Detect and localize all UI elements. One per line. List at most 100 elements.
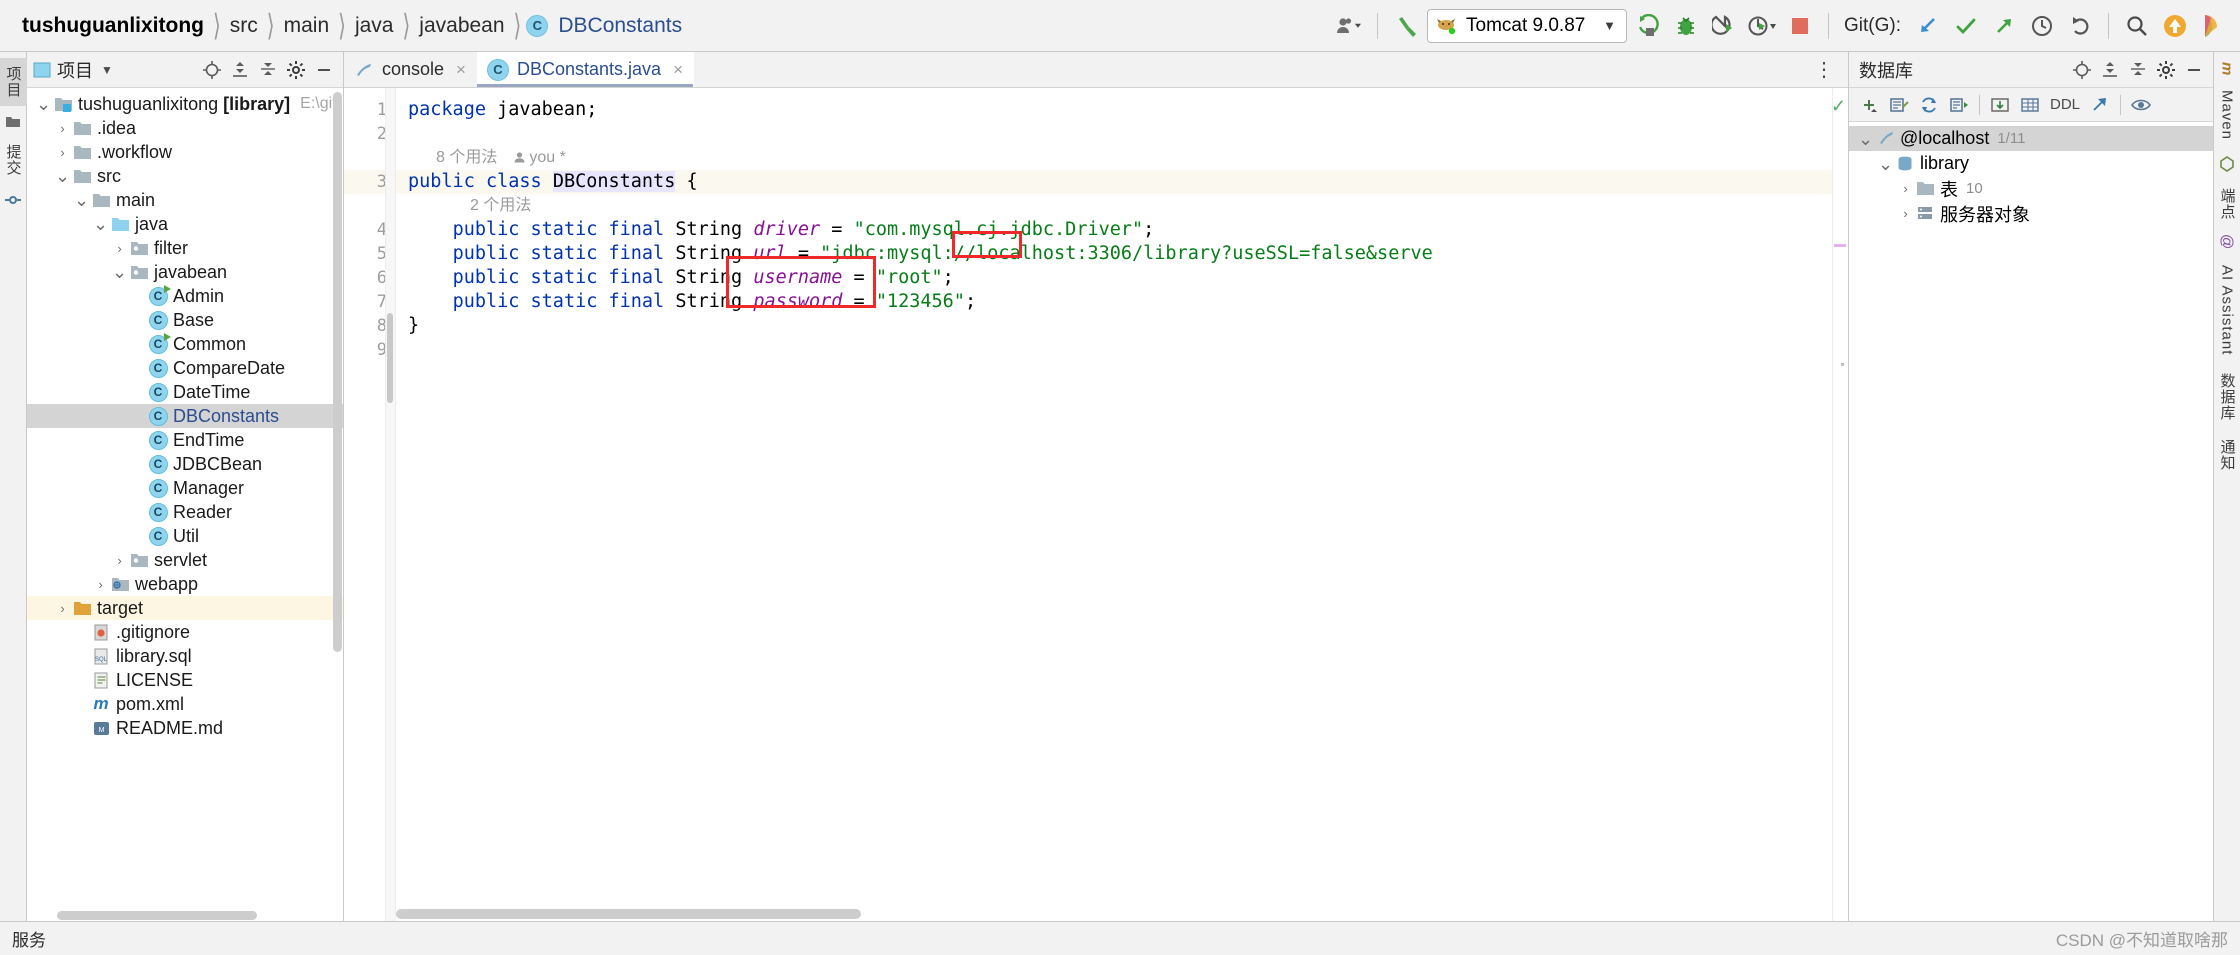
chevron-right-icon[interactable]: › bbox=[92, 577, 109, 592]
tree-node-reader[interactable]: C Reader bbox=[27, 500, 343, 524]
code-line[interactable]: public static final String url = "jdbc:m… bbox=[396, 242, 1848, 266]
history-clock-icon[interactable] bbox=[2025, 9, 2059, 43]
tree-node-util[interactable]: C Util bbox=[27, 524, 343, 548]
db-node--[interactable]: › 表 10 bbox=[1849, 176, 2213, 201]
hide-minus-icon[interactable] bbox=[311, 57, 337, 83]
breadcrumb-item-javabean[interactable]: javabean bbox=[415, 14, 508, 38]
collapse-all-icon[interactable] bbox=[2125, 57, 2151, 83]
breadcrumb-item-dbconstants[interactable]: DBConstants bbox=[554, 14, 686, 38]
sidebar-item-database[interactable]: 数据库 bbox=[2213, 365, 2240, 429]
locate-target-icon[interactable] bbox=[199, 57, 225, 83]
tab-dbconstants-java[interactable]: C DBConstants.java × bbox=[476, 52, 694, 87]
editor-gutter[interactable]: 123456789 bbox=[344, 88, 396, 921]
sidebar-item-commit[interactable]: 提交 bbox=[0, 136, 28, 184]
tree-node-main[interactable]: ⌄ main bbox=[27, 188, 343, 212]
sidebar-item-project[interactable]: 项目 bbox=[0, 58, 28, 106]
update-project-icon[interactable] bbox=[1911, 9, 1945, 43]
locate-target-icon[interactable] bbox=[2069, 57, 2095, 83]
tree-node-pom-xml[interactable]: m pom.xml bbox=[27, 692, 343, 716]
search-icon[interactable] bbox=[2120, 9, 2154, 43]
tree-node-servlet[interactable]: › servlet bbox=[27, 548, 343, 572]
chevron-down-icon[interactable]: ⌄ bbox=[1857, 130, 1874, 148]
tree-node-base[interactable]: C Base bbox=[27, 308, 343, 332]
chevron-down-icon[interactable]: ⌄ bbox=[92, 215, 109, 233]
collapse-all-icon[interactable] bbox=[255, 57, 281, 83]
tree-node-comparedate[interactable]: C CompareDate bbox=[27, 356, 343, 380]
table-icon[interactable] bbox=[2016, 92, 2044, 118]
tree-node-datetime[interactable]: C DateTime bbox=[27, 380, 343, 404]
tree-node-license[interactable]: LICENSE bbox=[27, 668, 343, 692]
tree-node-webapp[interactable]: › webapp bbox=[27, 572, 343, 596]
sidebar-item-ai-assistant[interactable]: AI Assistant bbox=[2215, 257, 2240, 363]
project-tree[interactable]: ⌄tushuguanlixitong [library]E:\gitee\tus… bbox=[27, 88, 343, 921]
editor-horizontal-scrollbar[interactable] bbox=[396, 909, 1832, 919]
chevron-right-icon[interactable]: › bbox=[54, 601, 71, 616]
chevron-down-icon[interactable]: ⌄ bbox=[73, 191, 90, 209]
project-vertical-scrollbar[interactable] bbox=[333, 92, 342, 652]
preview-eye-icon[interactable] bbox=[2127, 92, 2155, 118]
chevron-down-icon[interactable]: ▼ bbox=[101, 63, 113, 77]
chevron-down-icon[interactable]: ⌄ bbox=[111, 263, 128, 281]
tree-node-library-sql[interactable]: SQL library.sql bbox=[27, 644, 343, 668]
project-horizontal-scrollbar[interactable] bbox=[57, 911, 297, 920]
rail-bean-icon[interactable] bbox=[2219, 150, 2235, 178]
jump-to-icon[interactable] bbox=[2086, 92, 2114, 118]
refresh-icon[interactable] bbox=[1915, 92, 1943, 118]
tree-node-tushuguanlixitong[interactable]: ⌄tushuguanlixitong [library]E:\gitee\tus… bbox=[27, 92, 343, 116]
hide-minus-icon[interactable] bbox=[2181, 57, 2207, 83]
expand-all-icon[interactable] bbox=[227, 57, 253, 83]
breadcrumb-item-java[interactable]: java bbox=[351, 14, 398, 38]
debug-icon[interactable] bbox=[1669, 9, 1703, 43]
usages-count-label[interactable]: 2 个用法 bbox=[470, 197, 531, 214]
expand-all-icon[interactable] bbox=[2097, 57, 2123, 83]
code-content[interactable]: package javabean; 8 个用法 you * public class… bbox=[396, 88, 1848, 921]
import-icon[interactable] bbox=[1986, 92, 2014, 118]
chevron-down-icon[interactable]: ⌄ bbox=[1877, 155, 1894, 173]
ide-feature-icon[interactable] bbox=[2196, 9, 2230, 43]
chevron-right-icon[interactable]: › bbox=[54, 121, 71, 136]
run-configuration-selector[interactable]: Tomcat 9.0.87 ▼ bbox=[1427, 8, 1627, 43]
tree-node-target[interactable]: › target bbox=[27, 596, 343, 620]
tree-node--workflow[interactable]: › .workflow bbox=[27, 140, 343, 164]
code-editor[interactable]: 123456789 package javabean; 8 个用法 you * pu… bbox=[344, 88, 1848, 921]
run-icon[interactable] bbox=[1631, 9, 1665, 43]
settings-gear-icon[interactable] bbox=[2153, 57, 2179, 83]
sidebar-item-notifications[interactable]: 通知 bbox=[2213, 431, 2240, 479]
code-line[interactable]: public static final String username = "r… bbox=[396, 266, 1848, 290]
code-line[interactable]: public static final String driver = "com… bbox=[396, 218, 1848, 242]
chevron-right-icon[interactable]: › bbox=[111, 553, 128, 568]
sidebar-item-endpoints[interactable]: 端点 bbox=[2213, 180, 2240, 228]
error-stripe-marker-panel[interactable]: ✓ bbox=[1831, 88, 1848, 921]
chevron-down-icon[interactable]: ⌄ bbox=[35, 95, 52, 113]
rail-folder-icon[interactable] bbox=[5, 108, 21, 134]
tree-node-src[interactable]: ⌄ src bbox=[27, 164, 343, 188]
profiler-icon[interactable] bbox=[1745, 9, 1779, 43]
settings-gear-icon[interactable] bbox=[283, 57, 309, 83]
rail-structure-icon[interactable] bbox=[5, 186, 21, 214]
code-line[interactable]: public class DBConstants { bbox=[396, 170, 1848, 194]
sidebar-item-maven[interactable]: Maven bbox=[2215, 82, 2240, 148]
tree-node-filter[interactable]: › filter bbox=[27, 236, 343, 260]
close-icon[interactable]: × bbox=[673, 60, 683, 80]
chevron-right-icon[interactable]: › bbox=[54, 145, 71, 160]
data-source-properties-icon[interactable] bbox=[1885, 92, 1913, 118]
close-icon[interactable]: × bbox=[456, 60, 466, 80]
rollback-undo-icon[interactable] bbox=[2063, 9, 2097, 43]
code-line[interactable]: } bbox=[396, 314, 1848, 338]
usages-count-label[interactable]: 8 个用法 bbox=[436, 149, 497, 166]
code-line[interactable]: package javabean; bbox=[396, 98, 1848, 122]
more-options-icon[interactable]: ⋮ bbox=[1800, 52, 1848, 87]
tree-node-common[interactable]: C Common bbox=[27, 332, 343, 356]
user-dropdown-icon[interactable] bbox=[1332, 9, 1366, 43]
database-tree[interactable]: ⌄ @localhost 1/11 ⌄ library › 表 10 › 服务器对象 bbox=[1849, 122, 2213, 921]
db-node--[interactable]: › 服务器对象 bbox=[1849, 201, 2213, 226]
code-line[interactable]: public static final String password = "1… bbox=[396, 290, 1848, 314]
stop-icon[interactable] bbox=[1783, 9, 1817, 43]
tab-console[interactable]: console × bbox=[344, 52, 477, 87]
tree-node-endtime[interactable]: C EndTime bbox=[27, 428, 343, 452]
rail-maven-m[interactable]: m bbox=[2217, 58, 2238, 80]
push-arrow-icon[interactable] bbox=[1987, 9, 2021, 43]
code-line[interactable] bbox=[396, 122, 1848, 146]
tree-node--idea[interactable]: › .idea bbox=[27, 116, 343, 140]
tree-node-dbconstants[interactable]: C DBConstants bbox=[27, 404, 343, 428]
